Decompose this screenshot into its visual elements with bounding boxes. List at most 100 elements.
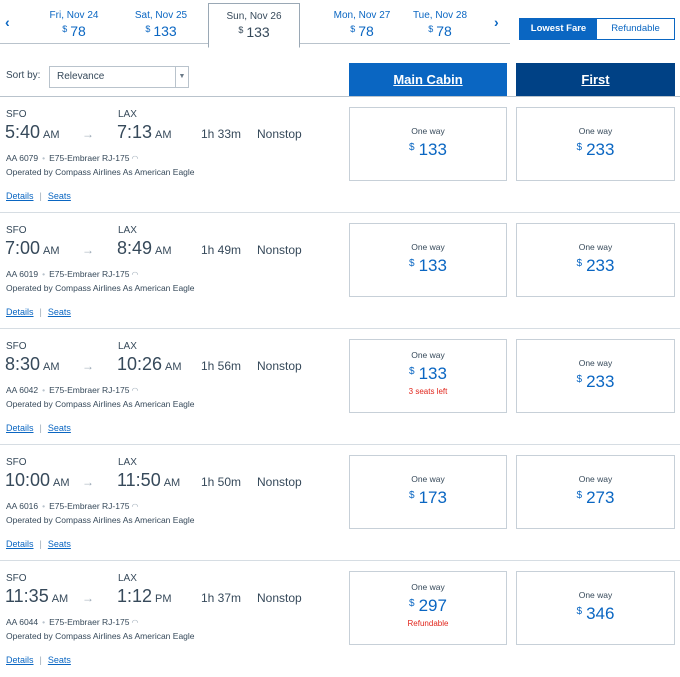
seats-link[interactable]: Seats: [48, 539, 71, 549]
flight-duration: 1h 49m: [201, 243, 242, 257]
fare-price: $233: [576, 140, 615, 159]
origin-code: SFO: [6, 225, 27, 236]
wifi-icon: ◠: [131, 154, 139, 163]
wifi-icon: ◠: [131, 386, 139, 395]
fare-price: $233: [576, 256, 615, 275]
stops: Nonstop: [257, 359, 302, 373]
row-links: Details | Seats: [6, 423, 71, 433]
date-price: $133: [238, 24, 270, 40]
stops: Nonstop: [257, 127, 302, 141]
fare-price: $133: [409, 364, 447, 383]
fare-price: $133: [409, 256, 447, 275]
arrival-time: 10:26 AM: [117, 354, 182, 374]
prev-dates-chevron-icon[interactable]: ‹: [5, 14, 10, 30]
wifi-icon: ◠: [131, 270, 139, 279]
fare-trip-type: One way: [578, 474, 613, 484]
first-class-fare-button[interactable]: One way $233: [516, 223, 675, 297]
fare-price: $297: [409, 596, 447, 615]
main-cabin-fare-button[interactable]: One way $133 3 seats left: [349, 339, 507, 413]
main-cabin-fare-button[interactable]: One way $173: [349, 455, 507, 529]
sort-select[interactable]: Relevance ▼: [49, 66, 189, 88]
flight-info: AA 6019 • E75-Embraer RJ-175 ◠: [6, 269, 139, 279]
arrival-time: 7:13 AM: [117, 122, 172, 142]
details-link[interactable]: Details: [6, 539, 34, 549]
destination-code: LAX: [118, 457, 137, 468]
flight-info: AA 6044 • E75-Embraer RJ-175 ◠: [6, 617, 139, 627]
fare-price: $133: [409, 140, 447, 159]
details-link[interactable]: Details: [6, 655, 34, 665]
arrival-time: 1:12 PM: [117, 586, 172, 606]
wifi-icon: ◠: [131, 502, 139, 511]
date-option[interactable]: Fri, Nov 24 $78: [28, 0, 120, 44]
origin-code: SFO: [6, 109, 27, 120]
first-class-fare-button[interactable]: One way $233: [516, 107, 675, 181]
operated-by: Operated by Compass Airlines As American…: [6, 399, 195, 409]
arrow-right-icon: →: [82, 243, 94, 257]
date-option[interactable]: Sat, Nov 25 $133: [115, 0, 207, 44]
main-cabin-fare-button[interactable]: One way $297 Refundable: [349, 571, 507, 645]
row-links: Details | Seats: [6, 539, 71, 549]
details-link[interactable]: Details: [6, 307, 34, 317]
fare-price: $233: [576, 372, 615, 391]
flight-duration: 1h 56m: [201, 359, 242, 373]
flight-row: SFO LAX 5:40 AM → 7:13 AM 1h 33m Nonstop A…: [0, 97, 680, 213]
wifi-icon: ◠: [131, 618, 139, 627]
seats-link[interactable]: Seats: [48, 307, 71, 317]
main-cabin-fare-button[interactable]: One way $133: [349, 107, 507, 181]
date-option-selected[interactable]: Sun, Nov 26 $133: [208, 3, 300, 48]
date-label: Fri, Nov 24: [49, 10, 99, 21]
departure-time: 11:35 AM: [5, 586, 69, 606]
row-links: Details | Seats: [6, 191, 71, 201]
first-class-fare-button[interactable]: One way $233: [516, 339, 675, 413]
main-cabin-fare-button[interactable]: One way $133: [349, 223, 507, 297]
stops: Nonstop: [257, 475, 302, 489]
fare-trip-type: One way: [411, 242, 445, 252]
refundable-toggle[interactable]: Refundable: [597, 19, 674, 39]
row-links: Details | Seats: [6, 307, 71, 317]
fare-trip-type: One way: [578, 590, 613, 600]
date-price: $133: [145, 23, 177, 39]
flight-row: SFO LAX 8:30 AM → 10:26 AM 1h 56m Nonstop …: [0, 329, 680, 445]
departure-time: 7:00 AM: [5, 238, 60, 258]
departure-time: 5:40 AM: [5, 122, 60, 142]
seats-link[interactable]: Seats: [48, 655, 71, 665]
origin-code: SFO: [6, 457, 27, 468]
date-option[interactable]: Tue, Nov 28 $78: [394, 0, 486, 44]
refundable-notice: Refundable: [407, 619, 449, 628]
flight-duration: 1h 50m: [201, 475, 242, 489]
details-link[interactable]: Details: [6, 423, 34, 433]
operated-by: Operated by Compass Airlines As American…: [6, 631, 195, 641]
lowest-fare-toggle[interactable]: Lowest Fare: [520, 19, 597, 39]
flight-info: AA 6016 • E75-Embraer RJ-175 ◠: [6, 501, 139, 511]
fare-price: $173: [409, 488, 447, 507]
seats-left-notice: 3 seats left: [408, 387, 448, 396]
stops: Nonstop: [257, 243, 302, 257]
seats-link[interactable]: Seats: [48, 191, 71, 201]
first-class-fare-button[interactable]: One way $273: [516, 455, 675, 529]
arrival-time: 8:49 AM: [117, 238, 172, 258]
fare-trip-type: One way: [578, 242, 613, 252]
seats-link[interactable]: Seats: [48, 423, 71, 433]
first-class-fare-button[interactable]: One way $346: [516, 571, 675, 645]
stops: Nonstop: [257, 591, 302, 605]
fare-price: $346: [576, 604, 615, 623]
date-label: Sat, Nov 25: [134, 10, 188, 21]
date-label: Sun, Nov 26: [226, 11, 282, 22]
fare-trip-type: One way: [411, 350, 445, 360]
main-cabin-header[interactable]: Main Cabin: [349, 63, 507, 96]
date-price: $78: [428, 23, 452, 39]
flight-duration: 1h 37m: [201, 591, 242, 605]
date-label: Tue, Nov 28: [412, 10, 468, 21]
destination-code: LAX: [118, 109, 137, 120]
fare-trip-type: One way: [578, 126, 613, 136]
fare-trip-type: One way: [411, 474, 445, 484]
first-class-header[interactable]: First: [516, 63, 675, 96]
details-link[interactable]: Details: [6, 191, 34, 201]
arrow-right-icon: →: [82, 127, 94, 141]
date-price: $78: [62, 23, 86, 39]
fare-trip-type: One way: [411, 126, 445, 136]
next-dates-chevron-icon[interactable]: ›: [494, 14, 499, 30]
departure-time: 10:00 AM: [5, 470, 70, 490]
row-links: Details | Seats: [6, 655, 71, 665]
arrow-right-icon: →: [82, 475, 94, 489]
